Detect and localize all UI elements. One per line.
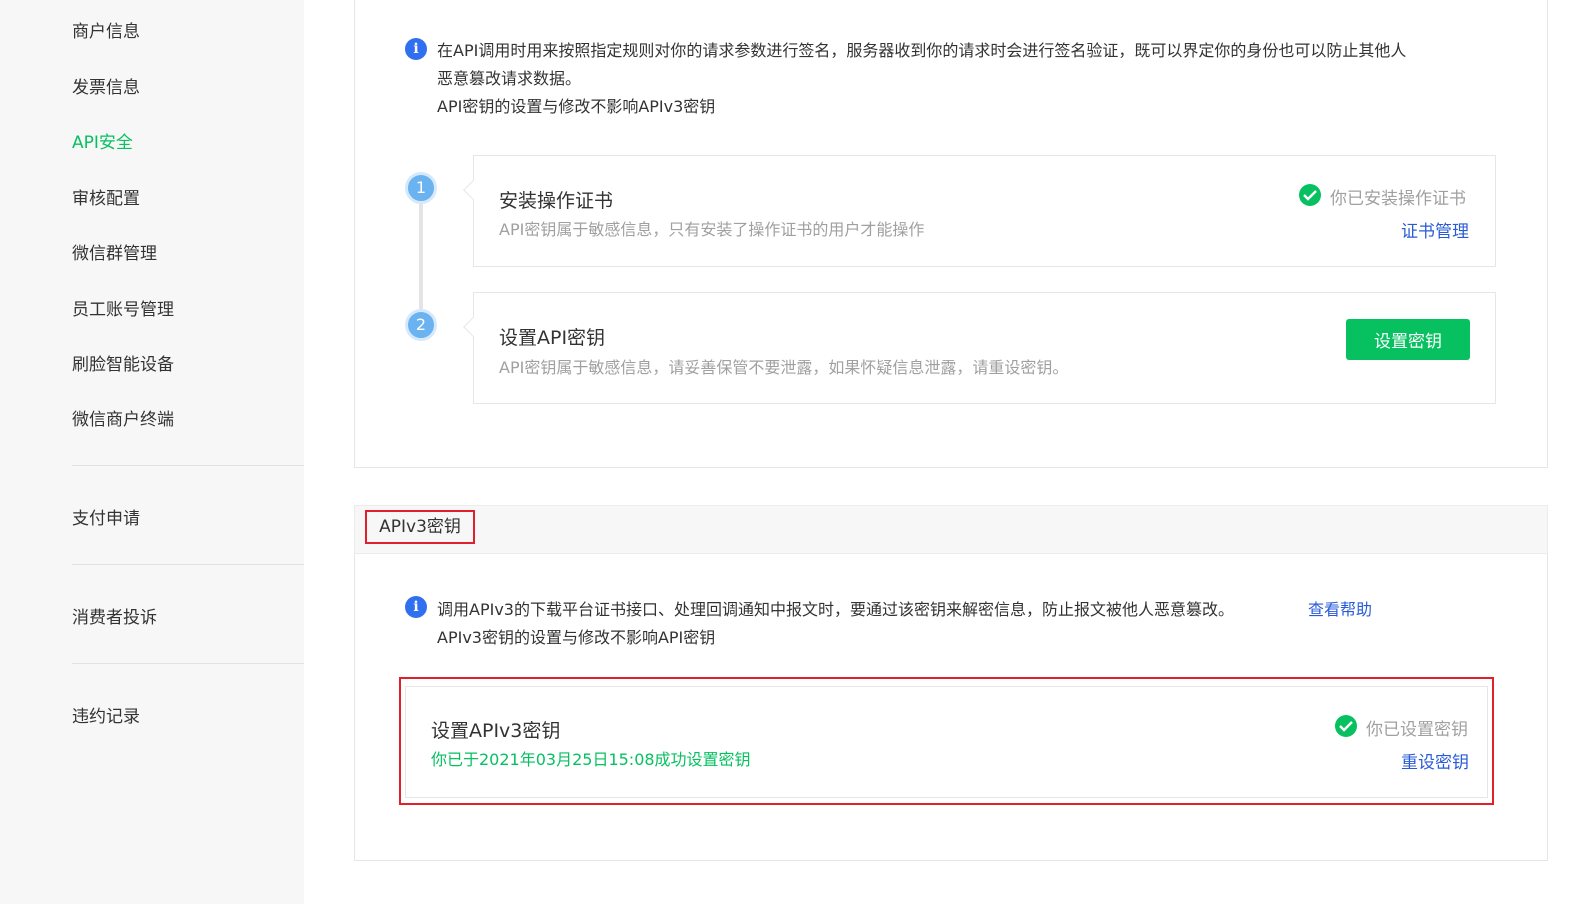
info-circle-icon: i xyxy=(405,38,427,60)
highlight-box xyxy=(399,677,1494,805)
sidebar-item-staff-accounts[interactable]: 员工账号管理 xyxy=(72,295,174,320)
cert-installed-status: 你已安装操作证书 xyxy=(1330,189,1466,209)
step-title-install-cert: 安装操作证书 xyxy=(499,190,614,212)
step-number-2: 2 xyxy=(405,309,437,341)
step-desc-install-cert: API密钥属于敏感信息，只有安装了操作证书的用户才能操作 xyxy=(499,220,925,239)
sidebar-item-merchant-terminal[interactable]: 微信商户终端 xyxy=(72,405,174,430)
sidebar-item-face-devices[interactable]: 刷脸智能设备 xyxy=(72,350,174,375)
reset-key-link[interactable]: 重设密钥 xyxy=(1401,748,1469,773)
apiv3-key-status: 你已设置密钥 xyxy=(1366,720,1468,740)
set-key-button[interactable]: 设置密钥 xyxy=(1346,319,1470,360)
step-desc-set-api-key: API密钥属于敏感信息，请妥善保管不要泄露，如果怀疑信息泄露，请重设密钥。 xyxy=(499,358,1069,377)
cert-management-link[interactable]: 证书管理 xyxy=(1401,217,1469,242)
step-connector-line xyxy=(419,203,423,313)
api-key-info-line3: API密钥的设置与修改不影响APIv3密钥 xyxy=(437,97,716,116)
apiv3-section-title: APIv3密钥 xyxy=(365,510,475,544)
step-title-set-api-key: 设置API密钥 xyxy=(499,327,606,349)
apiv3-set-time: 你已于2021年03月25日15:08成功设置密钥 xyxy=(431,750,751,769)
sidebar-item-review-config[interactable]: 审核配置 xyxy=(72,184,140,209)
step-card-set-api-key xyxy=(473,292,1496,404)
apiv3-card-title: 设置APIv3密钥 xyxy=(431,720,561,742)
apiv3-info-line1: 调用APIv3的下载平台证书接口、处理回调通知中报文时，要通过该密钥来解密信息，… xyxy=(437,600,1234,619)
check-circle-icon xyxy=(1299,184,1321,206)
check-circle-icon xyxy=(1335,715,1357,737)
sidebar-item-consumer-complaints[interactable]: 消费者投诉 xyxy=(72,603,157,628)
apiv3-section-header xyxy=(354,505,1548,554)
sidebar-item-wechat-group[interactable]: 微信群管理 xyxy=(72,239,157,264)
help-link[interactable]: 查看帮助 xyxy=(1308,596,1372,620)
sidebar-item-payment-apply[interactable]: 支付申请 xyxy=(72,504,140,529)
step-number-1: 1 xyxy=(405,172,437,204)
info-circle-icon: i xyxy=(405,596,427,618)
sidebar-item-invoice-info[interactable]: 发票信息 xyxy=(72,73,140,98)
sidebar-item-violation-records[interactable]: 违约记录 xyxy=(72,702,140,727)
apiv3-info-line2: APIv3密钥的设置与修改不影响API密钥 xyxy=(437,628,716,647)
api-key-info-line2: 恶意篡改请求数据。 xyxy=(437,69,582,88)
step-card-install-cert xyxy=(473,155,1496,267)
sidebar-item-merchant-info[interactable]: 商户信息 xyxy=(72,17,140,42)
sidebar: 商户信息 发票信息 API安全 审核配置 微信群管理 员工账号管理 刷脸智能设备… xyxy=(0,0,304,904)
sidebar-divider xyxy=(72,465,304,466)
sidebar-divider xyxy=(72,564,304,565)
sidebar-item-api-security[interactable]: API安全 xyxy=(72,128,133,153)
api-key-info-line1: 在API调用时用来按照指定规则对你的请求参数进行签名，服务器收到你的请求时会进行… xyxy=(437,41,1407,60)
sidebar-divider xyxy=(72,663,304,664)
